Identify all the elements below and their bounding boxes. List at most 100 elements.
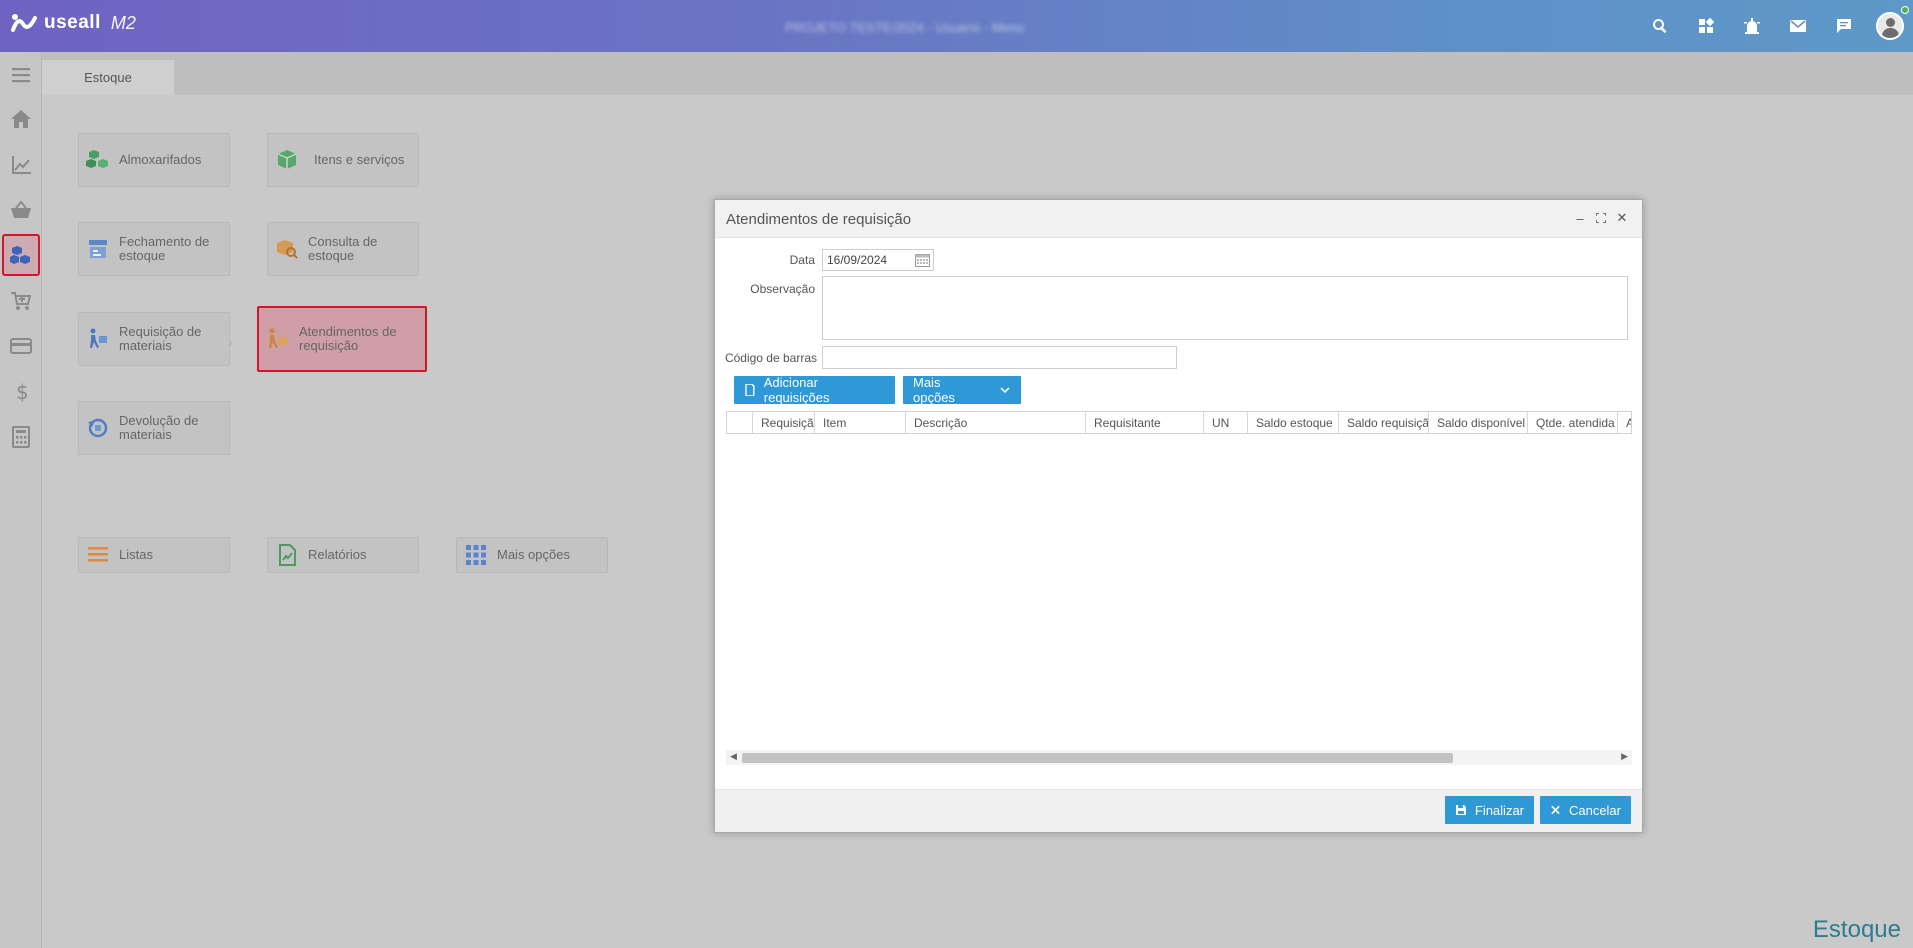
close-icon xyxy=(1551,805,1560,815)
button-label: Mais opções xyxy=(913,375,955,405)
online-status-icon xyxy=(1901,6,1909,14)
tile-label: Consulta de estoque xyxy=(308,234,378,263)
tile-listas[interactable]: Listas xyxy=(78,537,230,573)
scroll-left-icon[interactable]: ◀ xyxy=(730,751,737,762)
column-item[interactable]: Item xyxy=(815,412,906,433)
horizontal-scrollbar[interactable]: ◀ ▶ xyxy=(726,750,1632,765)
tile-label: Fechamento de estoque xyxy=(119,234,210,263)
tile-label: Almoxarifados xyxy=(119,152,202,167)
svg-text:$: $ xyxy=(16,380,29,402)
column-requisicao[interactable]: Requisição xyxy=(753,412,815,433)
tile-requisicao-materiais[interactable]: Requisição de materiais xyxy=(78,312,230,366)
avatar xyxy=(1876,12,1904,40)
date-field[interactable]: 16/09/2024 xyxy=(822,249,934,271)
tile-label: Devolução de materiais xyxy=(119,413,199,442)
column-saldo-estoque[interactable]: Saldo estoque xyxy=(1248,412,1339,433)
tile-consulta-estoque[interactable]: Consulta de estoque xyxy=(267,222,419,276)
atendimentos-dialog: Atendimentos de requisição – ✕ Data 16/0… xyxy=(714,199,1643,833)
adicionar-requisicoes-button[interactable]: Adicionar requisições xyxy=(734,375,895,405)
observacao-textarea[interactable] xyxy=(822,276,1628,340)
boxes-icon xyxy=(85,147,111,173)
dialog-title: Atendimentos de requisição xyxy=(726,211,912,228)
column-saldo-disponivel[interactable]: Saldo disponível xyxy=(1429,412,1528,433)
tile-relatorios[interactable]: Relatórios xyxy=(267,537,419,573)
scroll-right-icon[interactable]: ▶ xyxy=(1621,751,1628,762)
mais-opcoes-button[interactable]: Mais opções xyxy=(903,375,1021,405)
company-title: PROJETO TESTE/2024 - Usuário - Menu xyxy=(785,20,1025,35)
observacao-label: Observação xyxy=(750,282,815,296)
apps-icon[interactable] xyxy=(1683,0,1729,52)
tile-itens-servicos[interactable]: Itens e serviços xyxy=(267,133,419,187)
tile-devolucao-materiais[interactable]: Devolução de materiais xyxy=(78,401,230,455)
useall-logo[interactable]: useall M2 xyxy=(10,12,136,34)
button-label: Finalizar xyxy=(1474,802,1524,818)
calendar-icon[interactable] xyxy=(915,253,930,267)
boxes-icon[interactable] xyxy=(2,234,40,276)
mail-icon[interactable] xyxy=(1775,0,1821,52)
maximize-icon[interactable] xyxy=(1593,210,1609,226)
tile-fechamento-estoque[interactable]: Fechamento de estoque xyxy=(78,222,230,276)
dollar-icon[interactable]: $ xyxy=(2,370,40,412)
tile-label: Atendimentos de requisição xyxy=(299,324,397,353)
tile-label: Relatórios xyxy=(308,547,367,562)
codigo-barras-label: Código de barras xyxy=(724,351,817,365)
finalizar-button[interactable]: Finalizar xyxy=(1445,796,1534,824)
person-carry-icon xyxy=(85,326,111,352)
column-saldo-requisicao[interactable]: Saldo requisição xyxy=(1339,412,1429,433)
list-icon xyxy=(85,542,111,568)
document-icon xyxy=(745,384,755,396)
return-icon xyxy=(85,415,111,441)
sidebar: $ xyxy=(0,52,42,948)
logo-suffix: M2 xyxy=(110,12,136,33)
scroll-thumb[interactable] xyxy=(742,753,1453,763)
tab-bar: Estoque xyxy=(42,52,1913,95)
calculator-icon[interactable] xyxy=(2,416,40,458)
report-icon xyxy=(274,542,300,568)
cancelar-button[interactable]: Cancelar xyxy=(1540,796,1631,824)
user-avatar[interactable] xyxy=(1867,0,1913,52)
grid-icon xyxy=(463,542,489,568)
tile-label: Mais opções xyxy=(497,547,570,562)
chart-icon[interactable] xyxy=(2,144,40,186)
minimize-icon[interactable]: – xyxy=(1572,210,1588,226)
tile-label: Listas xyxy=(119,547,153,562)
chevron-down-icon xyxy=(1000,387,1010,394)
codigo-barras-input[interactable] xyxy=(822,346,1177,369)
top-bar: useall M2 PROJETO TESTE/2024 - Usuário -… xyxy=(0,0,1913,52)
chat-icon[interactable] xyxy=(1821,0,1867,52)
column-un[interactable]: UN xyxy=(1204,412,1248,433)
top-icons xyxy=(1637,0,1913,52)
tile-label: Itens e serviços xyxy=(314,152,405,167)
box-search-icon xyxy=(274,236,300,262)
home-icon[interactable] xyxy=(2,98,40,140)
tile-almoxarifados[interactable]: Almoxarifados xyxy=(78,133,230,187)
card-icon[interactable] xyxy=(2,325,40,367)
column-qtde-atendida[interactable]: Qtde. atendida xyxy=(1528,412,1618,433)
tile-mais-opcoes[interactable]: Mais opções xyxy=(456,537,608,573)
tile-atendimentos-requisicao[interactable]: Atendimentos de requisição xyxy=(257,306,427,372)
date-value: 16/09/2024 xyxy=(827,253,888,267)
person-box-icon xyxy=(265,326,291,352)
box-icon xyxy=(274,147,300,173)
dialog-footer: Finalizar Cancelar xyxy=(715,789,1642,832)
column-a[interactable]: A xyxy=(1618,412,1631,433)
tile-label: Requisição de materiais xyxy=(119,324,202,353)
search-icon[interactable] xyxy=(1637,0,1683,52)
useall-logo-icon xyxy=(11,14,37,32)
button-label: Cancelar xyxy=(1568,802,1621,818)
tab-estoque[interactable]: Estoque xyxy=(42,60,174,95)
basket-icon[interactable] xyxy=(2,189,40,231)
cart-icon[interactable] xyxy=(2,280,40,322)
save-icon xyxy=(1455,805,1466,815)
button-label: Adicionar requisições xyxy=(763,375,830,405)
data-label: Data xyxy=(789,253,815,267)
chevron-right-icon: › xyxy=(228,334,233,350)
column-select[interactable] xyxy=(727,412,753,433)
column-descricao[interactable]: Descrição xyxy=(906,412,1086,433)
alarm-icon[interactable] xyxy=(1729,0,1775,52)
column-requisitante[interactable]: Requisitante xyxy=(1086,412,1204,433)
grid-header: Requisição Item Descrição Requisitante U… xyxy=(726,411,1632,434)
close-icon[interactable]: ✕ xyxy=(1614,210,1630,226)
logo-text: useall xyxy=(44,12,101,33)
menu-icon[interactable] xyxy=(2,54,40,96)
